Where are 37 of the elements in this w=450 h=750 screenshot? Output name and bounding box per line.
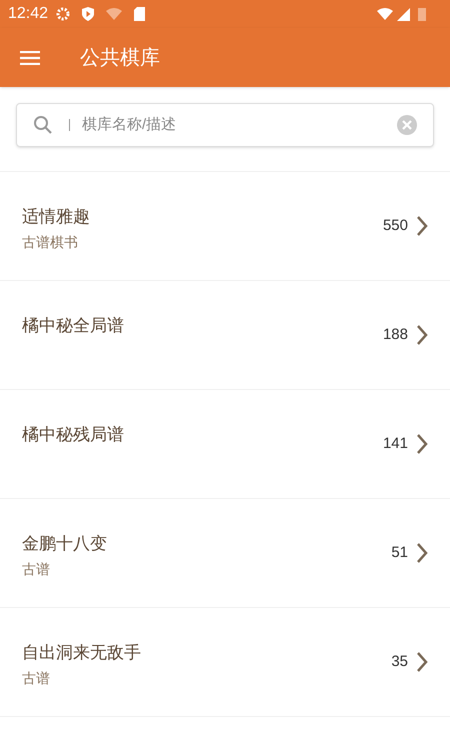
library-count: 141 xyxy=(382,434,408,454)
library-item[interactable]: 自出洞来无敌手 古谱 35 xyxy=(0,608,450,717)
chevron-right-icon xyxy=(416,651,428,673)
library-title: 适情雅趣 xyxy=(22,206,91,228)
library-count: 550 xyxy=(382,216,408,236)
status-time: 12:42 xyxy=(8,4,48,24)
menu-icon[interactable] xyxy=(20,50,40,64)
battery-icon xyxy=(418,7,426,21)
clear-icon[interactable] xyxy=(397,115,417,135)
library-subtitle: 古谱棋书 xyxy=(22,232,79,252)
chevron-right-icon xyxy=(416,542,428,564)
library-title: 橘中秘残局谱 xyxy=(22,424,125,446)
library-subtitle: 古谱 xyxy=(22,560,51,578)
library-title: 金鹏十八变 xyxy=(22,533,108,555)
library-item[interactable]: 金鹏十八变 古谱 51 xyxy=(0,499,450,608)
library-subtitle: 古谱 xyxy=(22,668,51,688)
chevron-right-icon xyxy=(416,433,428,455)
search-input[interactable]: 棋库名称/描述 xyxy=(82,114,397,136)
wifi-icon xyxy=(377,8,393,20)
library-count: 51 xyxy=(391,542,408,563)
chevron-right-icon xyxy=(416,215,428,237)
chevron-right-icon xyxy=(416,324,428,346)
signal-icon xyxy=(397,8,410,20)
library-count: 35 xyxy=(391,652,408,672)
library-title: 自出洞来无敌手 xyxy=(22,642,142,664)
shield-icon xyxy=(82,7,94,21)
library-count: 188 xyxy=(382,324,408,345)
search-icon xyxy=(33,115,53,135)
library-item[interactable]: 适情雅趣 古谱棋书 550 xyxy=(0,172,450,281)
search-field[interactable]: 棋库名称/描述 xyxy=(16,103,434,147)
wifi-icon xyxy=(106,8,122,20)
gear-icon xyxy=(56,7,70,21)
library-item[interactable]: 橘中秘全局谱 188 xyxy=(0,281,450,390)
library-title: 橘中秘全局谱 xyxy=(22,315,125,337)
library-item[interactable]: 橘中秘残局谱 141 xyxy=(0,390,450,499)
app-title: 公共棋库 xyxy=(80,46,160,70)
sd-card-icon xyxy=(134,7,146,21)
